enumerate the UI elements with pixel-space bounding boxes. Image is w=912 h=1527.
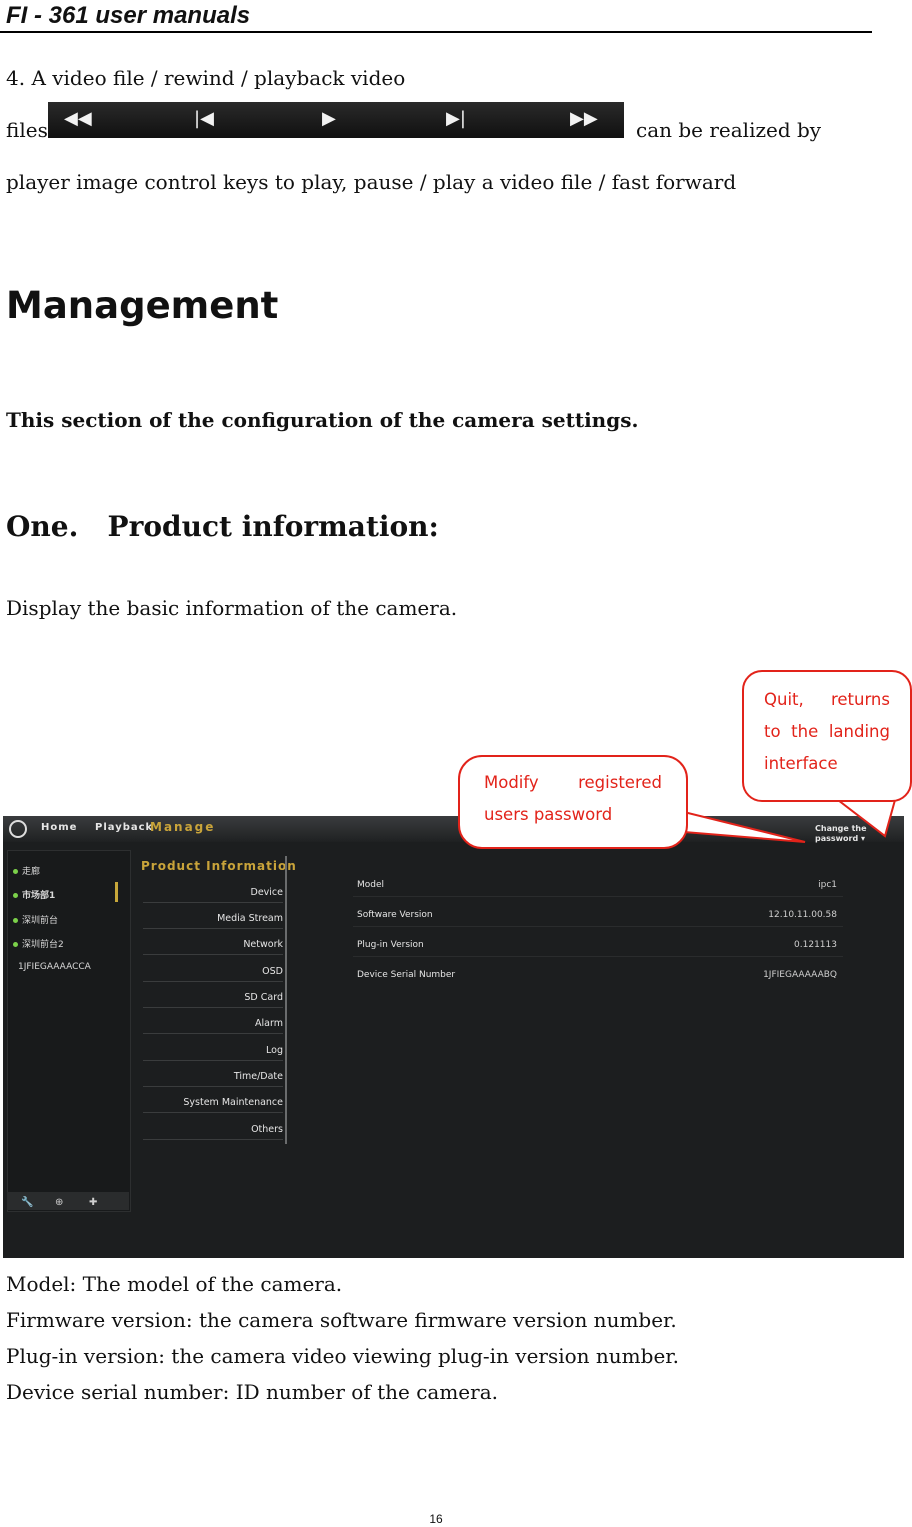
note-plugin: Plug-in version: the camera video viewin… — [6, 1344, 679, 1368]
page-number: 16 — [429, 1512, 443, 1526]
note-firmware: Firmware version: the camera software fi… — [6, 1308, 677, 1332]
quit-callout: Quit, returns to the landing interface — [742, 670, 912, 802]
modify-callout: Modify registered users password — [458, 755, 688, 849]
quit-callout-line-2: to the landing — [764, 722, 890, 741]
modify-callout-pointer — [683, 810, 806, 843]
modify-callout-line-1: Modify registered — [484, 773, 662, 792]
modify-callout-line-2: users password — [484, 805, 613, 824]
note-serial: Device serial number: ID number of the c… — [6, 1380, 498, 1404]
note-model: Model: The model of the camera. — [6, 1272, 343, 1296]
quit-callout-pointer — [835, 799, 897, 838]
quit-callout-line-1: Quit, returns — [764, 690, 890, 709]
quit-callout-line-3: interface — [764, 754, 838, 773]
